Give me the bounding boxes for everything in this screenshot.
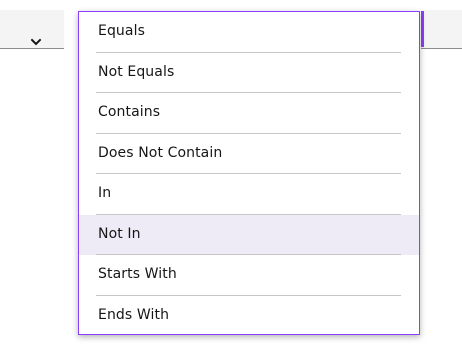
menu-item-not-equals[interactable]: Not Equals bbox=[79, 53, 419, 93]
menu-item-label: Starts With bbox=[98, 266, 177, 282]
menu-item-in[interactable]: In bbox=[79, 174, 419, 215]
menu-item-equals[interactable]: Equals bbox=[79, 12, 419, 53]
menu-item-label: Not In bbox=[98, 225, 141, 242]
menu-item-label: In bbox=[98, 185, 112, 201]
menu-item-label: Equals bbox=[98, 23, 145, 39]
menu-item-ends-with[interactable]: Ends With bbox=[79, 296, 419, 335]
menu-item-label: Contains bbox=[98, 104, 161, 120]
focus-indicator bbox=[421, 11, 424, 47]
menu-item-contains[interactable]: Contains bbox=[79, 93, 419, 134]
menu-item-starts-with[interactable]: Starts With bbox=[79, 255, 419, 296]
menu-item-not-in[interactable]: Not In bbox=[79, 214, 419, 255]
operator-dropdown-menu: Equals Not Equals Contains Does Not Cont… bbox=[78, 11, 420, 335]
chevron-down-icon[interactable] bbox=[31, 37, 41, 47]
menu-item-does-not-contain[interactable]: Does Not Contain bbox=[79, 134, 419, 174]
filter-operator-area: Equals Not Equals Contains Does Not Cont… bbox=[0, 0, 462, 347]
left-select-field[interactable] bbox=[0, 10, 64, 49]
value-input-field[interactable] bbox=[421, 10, 462, 49]
menu-item-label: Does Not Contain bbox=[98, 144, 223, 161]
menu-item-label: Not Equals bbox=[98, 63, 175, 80]
menu-item-label: Ends With bbox=[98, 306, 170, 323]
